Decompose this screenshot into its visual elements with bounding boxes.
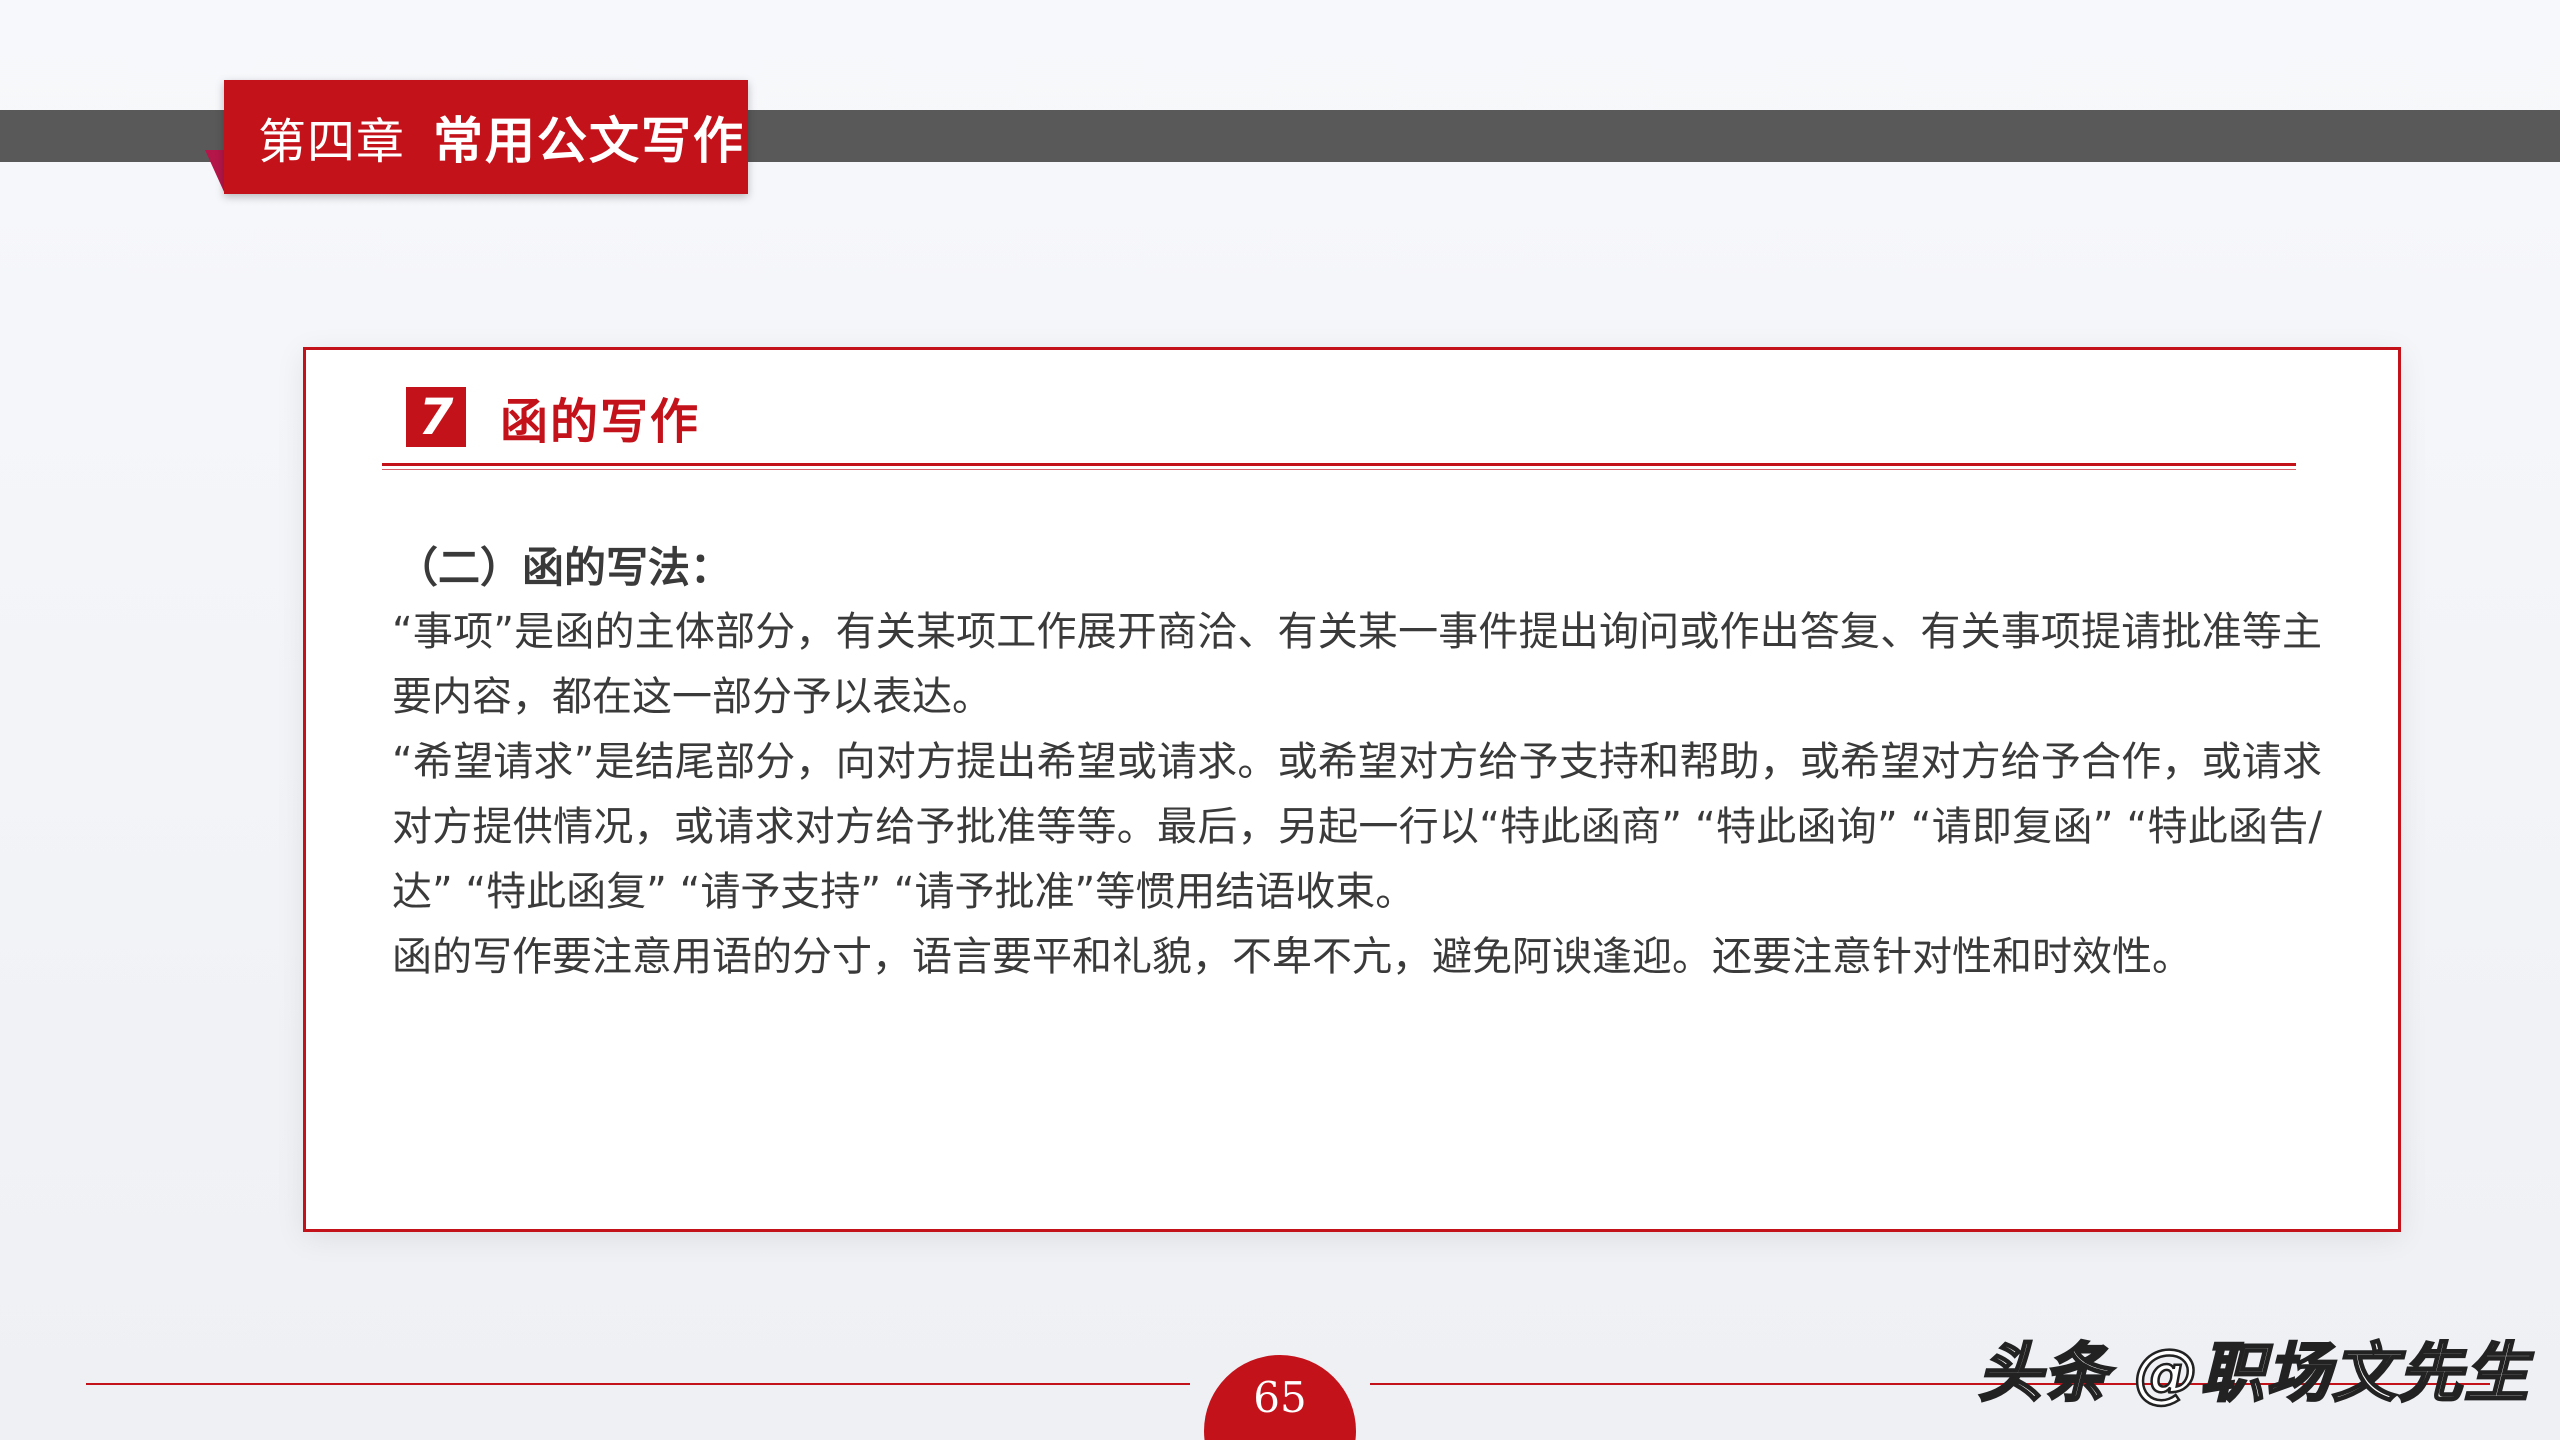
footer-line-left	[86, 1383, 1190, 1385]
paragraph-matters: “事项”是函的主体部分，有关某项工作展开商洽、有关某一事件提出询问或作出答复、有…	[392, 609, 2322, 720]
watermark: 头条 @职场文先生	[1977, 1336, 2531, 1413]
section-title: 函的写作	[500, 394, 701, 450]
page-number: 65	[1204, 1355, 1356, 1440]
chapter-title: 常用公文写作	[433, 112, 746, 170]
body-text: （二）函的写法： “事项”是函的主体部分，有关某项工作展开商洽、有关某一事件提出…	[392, 535, 2322, 990]
paragraph-request: “希望请求”是结尾部分，向对方提出希望或请求。或希望对方给予支持和帮助，或希望对…	[392, 739, 2322, 915]
chapter-number: 第四章	[258, 114, 406, 170]
chapter-tab: 第四章 常用公文写作	[224, 80, 748, 194]
paragraph-notes: 函的写作要注意用语的分寸，语言要平和礼貌，不卑不亢，避免阿谀逢迎。还要注意针对性…	[392, 934, 2192, 980]
content-card: 7 函的写作 （二）函的写法： “事项”是函的主体部分，有关某项工作展开商洽、有…	[303, 347, 2401, 1232]
section-divider	[382, 463, 2296, 466]
chapter-tab-fold	[205, 150, 225, 194]
section-heading: 7 函的写作	[406, 386, 700, 450]
section-number-badge: 7	[406, 387, 466, 447]
content-subheading: （二）函的写法：	[396, 543, 733, 592]
section-divider-thin	[382, 469, 2296, 470]
slide: 第四章 常用公文写作 7 函的写作 （二）函的写法： “事项”是函的主体部分，有…	[0, 0, 2560, 1440]
